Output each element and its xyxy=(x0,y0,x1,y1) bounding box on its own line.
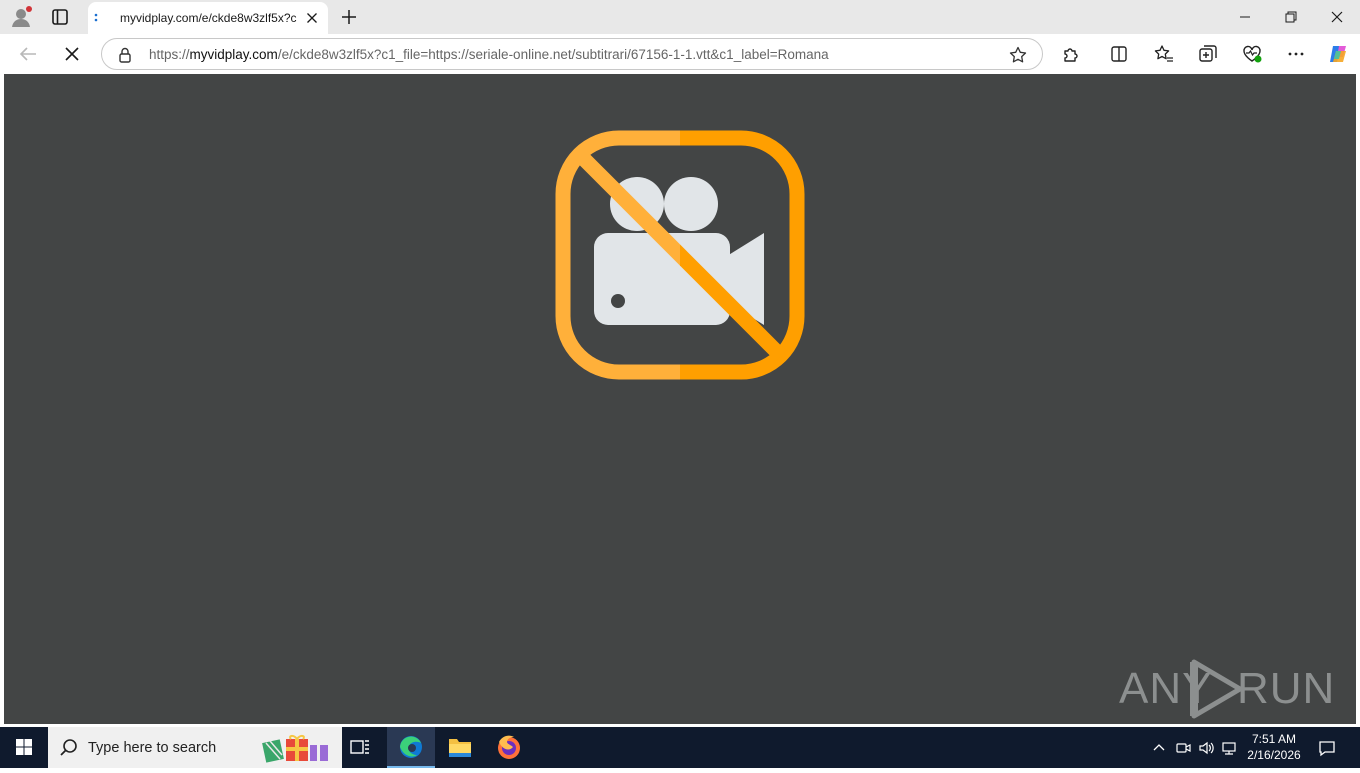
address-bar[interactable]: https://myvidplay.com/e/ckde8w3zlf5x?c1_… xyxy=(101,38,1043,70)
restore-icon[interactable] xyxy=(1280,6,1302,28)
url-text[interactable]: https://myvidplay.com/e/ckde8w3zlf5x?c1_… xyxy=(149,47,989,62)
tab-strip: myvidplay.com/e/ckde8w3zlf5x?c xyxy=(0,0,1360,34)
taskbar-search-box[interactable]: Type here to search xyxy=(48,727,342,768)
anyrun-watermark: ANY RUN xyxy=(1119,656,1334,722)
tab-title: myvidplay.com/e/ckde8w3zlf5x?c xyxy=(120,11,297,25)
volume-icon[interactable] xyxy=(1197,739,1215,757)
search-placeholder: Type here to search xyxy=(88,740,217,756)
file-explorer-icon[interactable] xyxy=(436,727,484,768)
tab-actions-icon[interactable] xyxy=(50,7,70,27)
chevron-up-icon[interactable] xyxy=(1150,739,1168,757)
heart-pulse-icon[interactable] xyxy=(1241,43,1263,65)
url-prefix: https:// xyxy=(149,47,190,62)
minimize-icon[interactable] xyxy=(1234,6,1256,28)
profile-icon[interactable] xyxy=(10,6,32,28)
no-video-icon xyxy=(555,130,805,380)
windows-start-icon[interactable] xyxy=(0,727,48,768)
puzzle-icon[interactable] xyxy=(1060,43,1082,65)
firefox-icon[interactable] xyxy=(485,727,533,768)
close-tab-icon[interactable] xyxy=(304,10,320,26)
split-screen-icon[interactable] xyxy=(1108,43,1130,65)
url-host: myvidplay.com xyxy=(189,47,278,62)
browser-toolbar: https://myvidplay.com/e/ckde8w3zlf5x?c1_… xyxy=(0,34,1360,74)
close-window-icon[interactable] xyxy=(1326,6,1348,28)
more-icon[interactable] xyxy=(1285,43,1307,65)
network-icon[interactable] xyxy=(1220,739,1238,757)
clock-time: 7:51 AM xyxy=(1251,732,1297,746)
notification-icon[interactable] xyxy=(1316,737,1338,759)
watermark-text-right: RUN xyxy=(1237,664,1336,713)
page-content: ANY RUN xyxy=(4,74,1356,724)
task-view-icon[interactable] xyxy=(336,727,384,768)
stop-loading-icon[interactable] xyxy=(60,42,84,66)
search-icon xyxy=(58,737,80,759)
edge-icon[interactable] xyxy=(387,727,435,768)
lock-icon[interactable] xyxy=(116,46,134,64)
gifts-icon[interactable] xyxy=(262,733,332,763)
collections-icon[interactable] xyxy=(1197,43,1219,65)
active-tab[interactable]: myvidplay.com/e/ckde8w3zlf5x?c xyxy=(88,2,328,34)
favorites-icon[interactable] xyxy=(1153,43,1175,65)
back-arrow-icon[interactable] xyxy=(16,42,40,66)
meet-now-icon[interactable] xyxy=(1174,739,1192,757)
plus-icon[interactable] xyxy=(338,6,360,28)
url-rest: /e/ckde8w3zlf5x?c1_file=https://seriale-… xyxy=(277,47,829,62)
taskbar: Type here to search 7:51 AM 2/16/2026 xyxy=(0,727,1360,768)
copilot-icon[interactable] xyxy=(1327,43,1349,65)
star-icon[interactable] xyxy=(1008,45,1028,65)
loading-favicon-icon xyxy=(94,11,98,25)
system-clock[interactable]: 7:51 AM 2/16/2026 xyxy=(1242,731,1306,763)
clock-date: 2/16/2026 xyxy=(1247,748,1301,762)
